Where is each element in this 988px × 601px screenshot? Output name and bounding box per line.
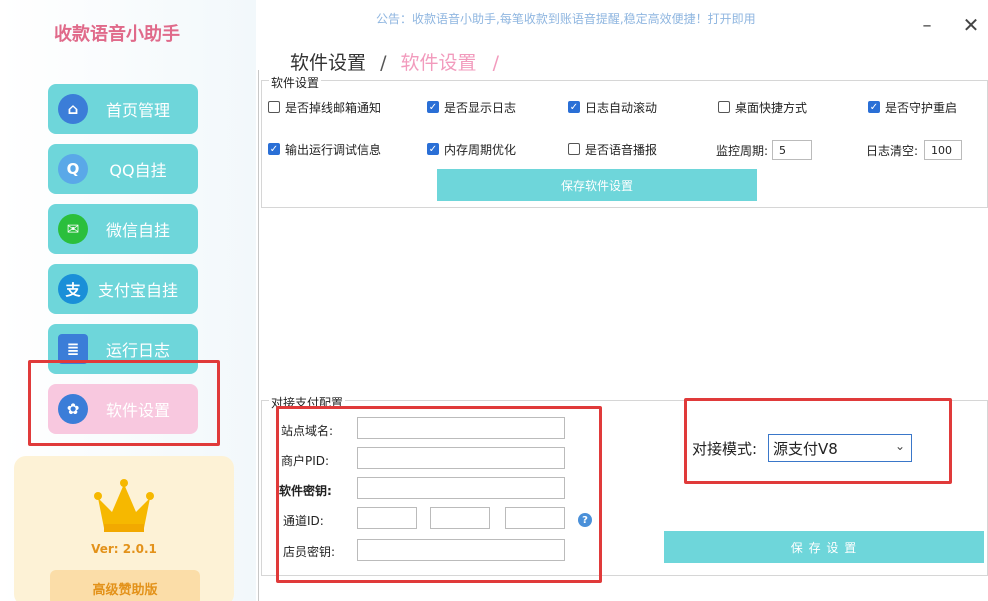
sidebar-item-label: 支付宝自挂 [97, 281, 178, 300]
checkbox-label: 日志自动滚动 [585, 100, 658, 115]
sidebar-item-label: 首页管理 [105, 101, 170, 120]
breadcrumb-parent[interactable]: 软件设置 [290, 52, 366, 74]
checkbox-show-log[interactable]: ✓ 是否显示日志 [427, 99, 516, 115]
sidebar-item-qq[interactable]: Q QQ自挂 [48, 144, 198, 194]
home-icon: ⌂ [58, 94, 88, 124]
checkbox-guard-restart[interactable]: ✓ 是否守护重启 [868, 99, 957, 115]
checkbox-label: 是否守护重启 [885, 100, 958, 115]
checkbox-box[interactable] [718, 101, 730, 113]
checkbox-voice-broadcast[interactable]: 是否语音播报 [568, 141, 657, 157]
sidebar-item-alipay[interactable]: 支 支付宝自挂 [48, 264, 198, 314]
crown-icon [94, 479, 154, 532]
save-settings-button[interactable]: 保 存 设 置 [664, 531, 984, 563]
checkbox-label: 内存周期优化 [444, 142, 517, 157]
minimize-icon[interactable]: – [916, 14, 938, 36]
breadcrumb-separator: / [380, 52, 387, 74]
checkbox-box[interactable] [268, 101, 280, 113]
checkbox-label: 是否语音播报 [585, 142, 658, 157]
sidebar-item-label: 微信自挂 [105, 221, 170, 240]
promo-card: Ver: 2.0.1 高级赞助版 [14, 456, 234, 601]
panel-divider [258, 70, 259, 601]
checkbox-label: 是否掉线邮箱通知 [285, 100, 382, 115]
sidebar-item-label: 运行日志 [105, 341, 170, 360]
checkbox-box[interactable]: ✓ [427, 143, 439, 155]
close-icon[interactable]: ✕ [960, 13, 982, 37]
alipay-icon: 支 [58, 274, 88, 304]
sponsor-button[interactable]: 高级赞助版 [50, 570, 200, 601]
checkbox-box[interactable]: ✓ [427, 101, 439, 113]
app-title: 收款语音小助手 [54, 24, 180, 45]
highlight-box-mode [684, 398, 952, 484]
version-label: Ver: 2.0.1 [91, 542, 157, 556]
breadcrumb-current: 软件设置 [400, 52, 477, 74]
checkbox-box[interactable]: ✓ [268, 143, 280, 155]
wechat-icon: ✉ [58, 214, 88, 244]
breadcrumb: 软件设置 / 软件设置 / [290, 48, 499, 75]
monitor-period-label: 监控周期: [716, 144, 769, 158]
checkbox-box[interactable] [568, 143, 580, 155]
checkbox-label: 输出运行调试信息 [285, 142, 382, 157]
checkbox-log-autoscroll[interactable]: ✓ 日志自动滚动 [568, 99, 657, 115]
log-clear-input[interactable]: 100 [924, 140, 962, 160]
breadcrumb-separator: / [492, 52, 499, 74]
checkbox-box[interactable]: ✓ [868, 101, 880, 113]
sidebar-item-wechat[interactable]: ✉ 微信自挂 [48, 204, 198, 254]
group-title: 软件设置 [269, 74, 322, 91]
checkbox-memory-optimize[interactable]: ✓ 内存周期优化 [427, 141, 516, 157]
qq-icon: Q [58, 154, 88, 184]
highlight-box-settings [28, 360, 220, 446]
save-software-settings-button[interactable]: 保存软件设置 [437, 169, 757, 201]
sidebar-item-home[interactable]: ⌂ 首页管理 [48, 84, 198, 134]
checkbox-email-notify[interactable]: 是否掉线邮箱通知 [268, 99, 381, 115]
checkbox-debug-output[interactable]: ✓ 输出运行调试信息 [268, 141, 381, 157]
log-clear-label: 日志清空: [866, 144, 919, 158]
monitor-period-input[interactable]: 5 [772, 140, 812, 160]
checkbox-box[interactable]: ✓ [568, 101, 580, 113]
highlight-box-payment-fields [276, 406, 602, 583]
notice-banner: 公告：收款语音小助手,每笔收款到账语音提醒,稳定高效便捷！打开即用 [376, 12, 756, 26]
checkbox-label: 桌面快捷方式 [735, 100, 808, 115]
checkbox-label: 是否显示日志 [444, 100, 517, 115]
checkbox-desktop-shortcut[interactable]: 桌面快捷方式 [718, 99, 807, 115]
sidebar-item-label: QQ自挂 [109, 161, 167, 180]
